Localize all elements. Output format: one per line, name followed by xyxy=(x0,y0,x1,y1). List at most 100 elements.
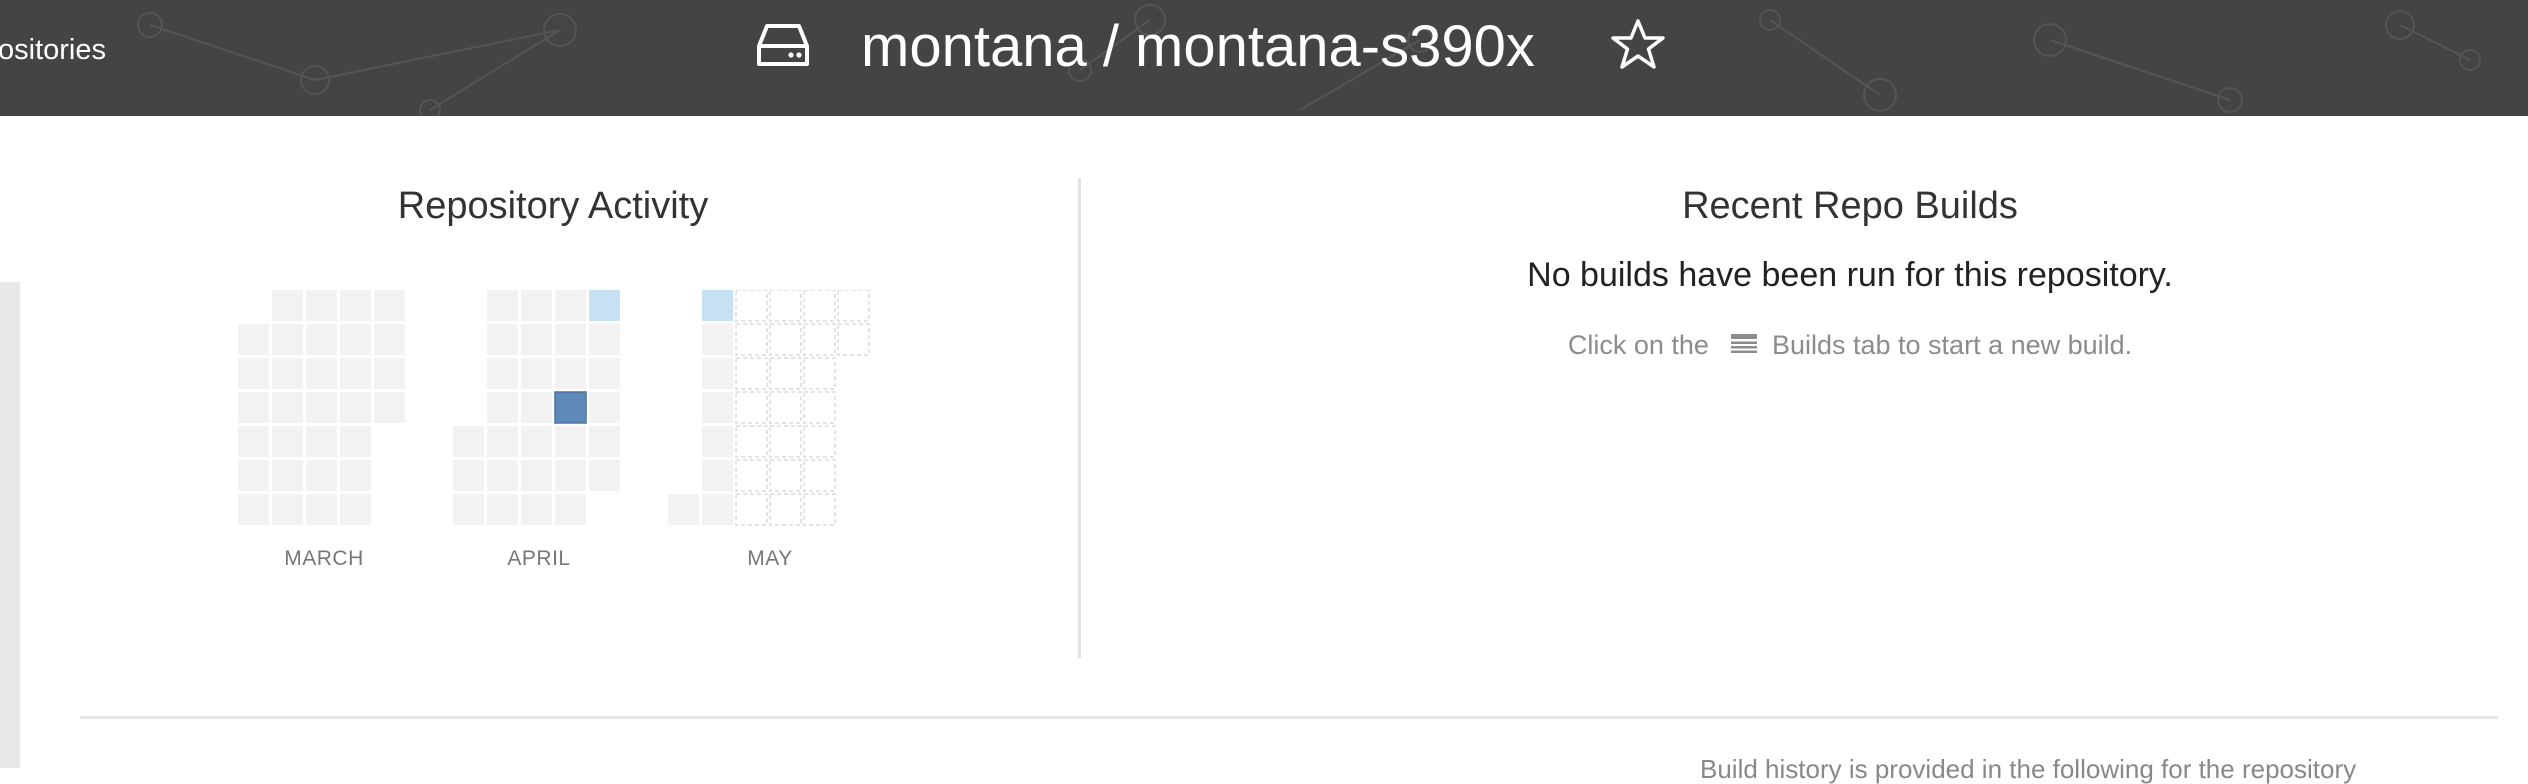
activity-day-cell[interactable] xyxy=(272,392,303,423)
activity-day-cell[interactable] xyxy=(487,426,518,457)
activity-day-cell[interactable] xyxy=(453,460,484,491)
activity-day-cell[interactable] xyxy=(555,460,586,491)
future-day-cell[interactable] xyxy=(769,290,802,322)
activity-day-cell[interactable] xyxy=(272,426,303,457)
activity-day-cell[interactable] xyxy=(374,290,405,321)
repositories-nav-link[interactable]: ositories xyxy=(0,30,106,70)
activity-day-cell[interactable] xyxy=(272,494,303,525)
future-day-cell[interactable] xyxy=(769,459,802,492)
future-day-cell[interactable] xyxy=(769,391,802,424)
activity-day-cell[interactable] xyxy=(487,358,518,389)
activity-day-cell[interactable] xyxy=(589,392,620,423)
activity-day-cell[interactable] xyxy=(306,392,337,423)
builds-tab-link[interactable]: Builds xyxy=(1772,330,1846,360)
activity-day-cell[interactable] xyxy=(702,494,733,525)
future-day-cell[interactable] xyxy=(803,357,836,390)
activity-day-cell[interactable] xyxy=(340,460,371,491)
activity-day-cell[interactable] xyxy=(238,392,269,423)
future-day-cell[interactable] xyxy=(769,323,802,356)
activity-day-cell[interactable] xyxy=(589,358,620,389)
activity-day-cell[interactable] xyxy=(340,358,371,389)
activity-day-cell[interactable] xyxy=(487,324,518,355)
activity-day-cell[interactable] xyxy=(238,460,269,491)
future-day-cell[interactable] xyxy=(803,290,836,322)
activity-day-cell[interactable] xyxy=(340,324,371,355)
activity-day-cell[interactable] xyxy=(272,460,303,491)
future-day-cell[interactable] xyxy=(735,459,768,492)
activity-day-cell[interactable] xyxy=(272,358,303,389)
activity-day-cell[interactable] xyxy=(555,494,586,525)
activity-day-cell[interactable] xyxy=(306,324,337,355)
activity-day-cell[interactable] xyxy=(306,494,337,525)
activity-day-cell[interactable] xyxy=(306,460,337,491)
activity-day-cell[interactable] xyxy=(238,494,269,525)
activity-day-cell[interactable] xyxy=(702,358,733,389)
future-day-cell[interactable] xyxy=(803,493,836,526)
activity-day-cell[interactable] xyxy=(521,392,552,423)
activity-day-cell[interactable] xyxy=(238,324,269,355)
activity-day-cell[interactable] xyxy=(453,494,484,525)
no-builds-message: No builds have been run for this reposit… xyxy=(1527,256,2173,294)
month-label-may: MAY xyxy=(747,547,793,570)
activity-day-cell[interactable] xyxy=(306,426,337,457)
activity-day-cell[interactable] xyxy=(555,290,586,321)
activity-day-cell[interactable] xyxy=(702,324,733,355)
activity-day-cell[interactable] xyxy=(340,426,371,457)
activity-day-cell[interactable] xyxy=(272,290,303,321)
month-label-april: APRIL xyxy=(507,547,571,570)
activity-day-cell[interactable] xyxy=(702,460,733,491)
activity-day-cell[interactable] xyxy=(453,426,484,457)
activity-day-cell[interactable] xyxy=(487,460,518,491)
activity-day-cell[interactable] xyxy=(555,358,586,389)
future-day-cell[interactable] xyxy=(735,357,768,390)
activity-day-cell[interactable] xyxy=(521,290,552,321)
activity-day-cell[interactable] xyxy=(238,426,269,457)
activity-section-title: Repository Activity xyxy=(397,185,709,227)
future-day-cell[interactable] xyxy=(769,357,802,390)
future-day-cell[interactable] xyxy=(735,391,768,424)
activity-day-cell[interactable] xyxy=(521,358,552,389)
activity-day-cell[interactable] xyxy=(589,290,620,321)
activity-day-cell[interactable] xyxy=(589,426,620,457)
activity-day-cell[interactable] xyxy=(306,358,337,389)
activity-day-cell[interactable] xyxy=(702,290,733,321)
hard-drive-icon xyxy=(757,24,809,66)
activity-day-cell[interactable] xyxy=(521,494,552,525)
future-day-cell[interactable] xyxy=(735,323,768,356)
activity-day-cell[interactable] xyxy=(340,290,371,321)
activity-day-cell[interactable] xyxy=(589,324,620,355)
activity-day-cell[interactable] xyxy=(340,392,371,423)
activity-day-cell[interactable] xyxy=(487,494,518,525)
activity-day-cell[interactable] xyxy=(554,391,587,424)
future-day-cell[interactable] xyxy=(803,459,836,492)
activity-day-cell[interactable] xyxy=(374,358,405,389)
activity-day-cell[interactable] xyxy=(306,290,337,321)
activity-day-cell[interactable] xyxy=(555,324,586,355)
activity-day-cell[interactable] xyxy=(521,324,552,355)
future-day-cell[interactable] xyxy=(769,425,802,458)
activity-day-cell[interactable] xyxy=(374,324,405,355)
activity-day-cell[interactable] xyxy=(555,426,586,457)
activity-day-cell[interactable] xyxy=(238,358,269,389)
star-outline-icon[interactable] xyxy=(1610,17,1666,73)
future-day-cell[interactable] xyxy=(735,425,768,458)
activity-day-cell[interactable] xyxy=(487,392,518,423)
activity-day-cell[interactable] xyxy=(521,460,552,491)
activity-day-cell[interactable] xyxy=(589,460,620,491)
future-day-cell[interactable] xyxy=(735,290,768,322)
activity-day-cell[interactable] xyxy=(340,494,371,525)
future-day-cell[interactable] xyxy=(769,493,802,526)
activity-day-cell[interactable] xyxy=(487,290,518,321)
future-day-cell[interactable] xyxy=(837,290,870,322)
future-day-cell[interactable] xyxy=(803,391,836,424)
activity-day-cell[interactable] xyxy=(668,494,699,525)
future-day-cell[interactable] xyxy=(803,425,836,458)
activity-day-cell[interactable] xyxy=(702,426,733,457)
activity-day-cell[interactable] xyxy=(521,426,552,457)
activity-day-cell[interactable] xyxy=(702,392,733,423)
future-day-cell[interactable] xyxy=(803,323,836,356)
activity-day-cell[interactable] xyxy=(374,392,405,423)
future-day-cell[interactable] xyxy=(735,493,768,526)
future-day-cell[interactable] xyxy=(837,323,870,356)
activity-day-cell[interactable] xyxy=(272,324,303,355)
